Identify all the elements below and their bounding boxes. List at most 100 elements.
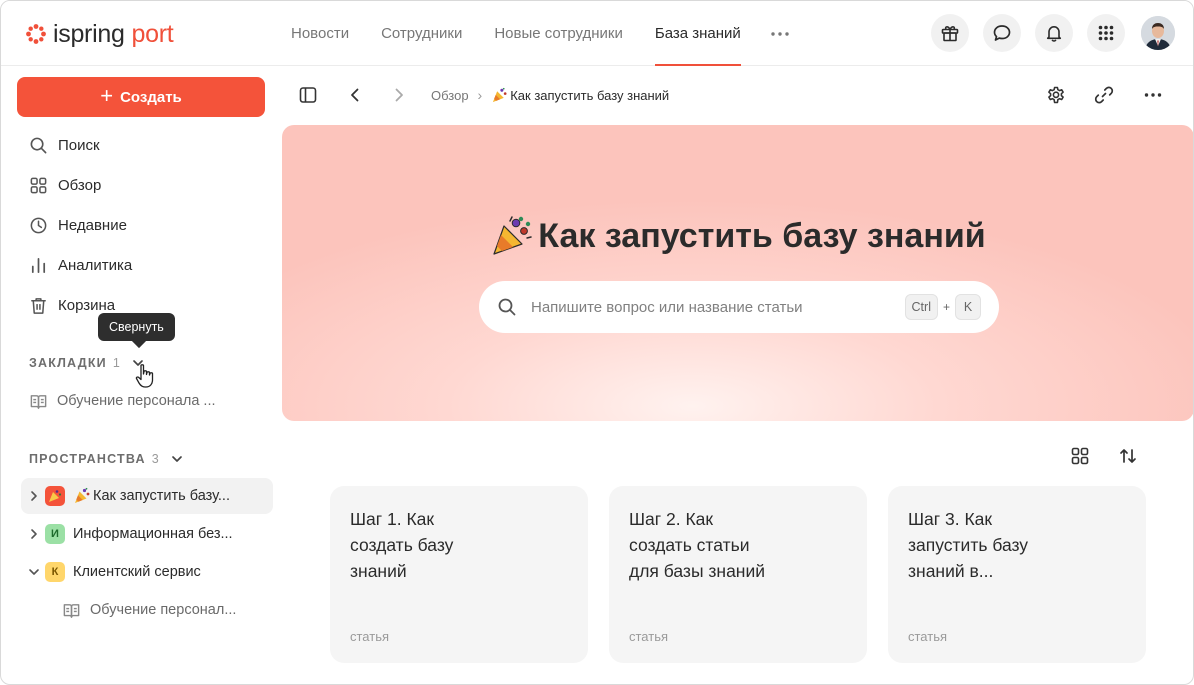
bookmarks-count: 1 [112,356,122,370]
apps-grid-icon [1098,25,1114,41]
search-icon [30,137,47,153]
space-item-label: Клиентский сервис [73,564,201,580]
party-popper-icon [493,87,507,102]
logo-text-port: port [131,19,174,48]
sidebar-item-label: Корзина [58,296,116,314]
sidebar-item-search[interactable]: Поиск [29,133,100,157]
gift-button[interactable] [931,14,969,52]
book-icon [30,394,47,409]
main-nav: Новости Сотрудники Новые сотрудники База… [275,1,803,66]
create-button-label: Создать [120,88,182,106]
header-actions [917,14,1175,52]
space-item-client-service[interactable]: К Клиентский сервис [21,554,273,590]
bookmark-item[interactable]: Обучение персонала ... [29,389,216,413]
plus-icon: + [100,83,114,108]
breadcrumb: Обзор › Как запустить базу знаний [431,85,669,105]
logo-text-ispring: ispring [53,19,125,48]
breadcrumb-root[interactable]: Обзор [431,88,469,103]
ellipsis-icon [771,31,789,36]
notifications-button[interactable] [1035,14,1073,52]
sidebar-item-label: Аналитика [58,256,133,274]
tab-new-employees[interactable]: Новые сотрудники [478,1,639,66]
more-options-icon[interactable] [1143,85,1163,105]
sort-icon[interactable] [1118,446,1138,466]
user-photo-icon [1141,16,1175,50]
sub-item-label: Обучение персонал... [90,602,237,618]
page-title: Как запустить базу знаний [282,213,1193,259]
sidebar-item-label: Обзор [58,176,102,194]
content-toolbar: Обзор › Как запустить базу знаний [281,66,1193,124]
sidebar-item-overview[interactable]: Обзор [29,173,101,197]
hero-banner: Как запустить базу знаний Напишите вопро… [282,125,1193,421]
article-card[interactable]: Шаг 3. Как запустить базу знаний в... ст… [888,486,1146,663]
space-badge: К [45,562,65,582]
app-window: ispring port Новости Сотрудники Новые со… [0,0,1194,685]
create-button[interactable]: + Создать [17,77,265,117]
top-header: ispring port Новости Сотрудники Новые со… [1,1,1193,66]
bookmark-label: Обучение персонала ... [57,393,216,409]
party-popper-icon [75,487,90,503]
tab-knowledge-base[interactable]: База знаний [639,1,757,66]
bell-icon [1046,26,1062,42]
back-arrow-icon[interactable] [345,85,365,105]
clock-icon [30,217,47,233]
breadcrumb-separator: › [477,87,483,103]
shortcut-plus: + [942,300,950,314]
sidebar-item-label: Поиск [58,136,100,154]
space-item-infosec[interactable]: И Информационная без... [21,516,273,552]
article-card-title: Шаг 1. Как создать базу знаний [350,509,454,581]
article-card-type: статья [629,629,669,644]
space-item-label: Информационная без... [73,526,233,542]
space-badge-party-icon [45,486,65,506]
avatar[interactable] [1141,16,1175,50]
article-card-title: Шаг 2. Как создать статьи для базы знани… [629,509,766,581]
forward-arrow-icon[interactable] [389,85,409,105]
chat-icon [993,25,1011,41]
bookmarks-header: ЗАКЛАДКИ 1 [29,353,145,373]
messages-button[interactable] [983,14,1021,52]
sidebar-item-recent[interactable]: Недавние [29,213,127,237]
space-item-launch-kb[interactable]: Как запустить базу... [21,478,273,514]
link-icon[interactable] [1094,85,1114,105]
bookmarks-title: ЗАКЛАДКИ [29,356,107,370]
article-card-type: статья [350,629,390,644]
apps-button[interactable] [1087,14,1125,52]
logo[interactable]: ispring port [25,19,174,49]
sidebar-item-analytics[interactable]: Аналитика [29,253,132,277]
sidebar: + Создать Поиск Обзор Недавние Аналитика… [1,66,281,684]
shortcut-key-ctrl: Ctrl [904,294,938,320]
gear-icon[interactable] [1046,85,1066,105]
article-card[interactable]: Шаг 1. Как создать базу знаний статья [330,486,588,663]
chevron-right-icon[interactable] [27,489,41,503]
sidebar-item-label: Недавние [58,216,127,234]
spaces-header: ПРОСТРАНСТВА 3 [29,449,184,469]
chevron-down-icon[interactable] [27,565,41,579]
gift-icon [941,26,959,42]
page-title-text: Как запустить базу знаний [538,216,986,255]
chevron-down-icon[interactable] [170,452,184,466]
party-popper-icon [493,216,533,255]
article-card-type: статья [908,629,948,644]
space-sub-item[interactable]: Обучение персонал... [62,598,236,622]
chevron-right-icon[interactable] [27,527,41,541]
overview-grid-icon [30,177,47,193]
search-placeholder: Напишите вопрос или название статьи [531,298,803,316]
breadcrumb-current: Как запустить базу знаний [491,87,669,104]
space-item-label: Как запустить базу... [93,488,230,504]
trash-icon [31,297,46,314]
spaces-count: 3 [151,452,160,466]
tab-employees[interactable]: Сотрудники [365,1,478,66]
tab-news[interactable]: Новости [275,1,365,66]
nav-more-button[interactable] [757,1,803,66]
collapse-tooltip: Свернуть [98,313,175,341]
hand-cursor-icon [135,364,154,388]
sidebar-toggle-icon[interactable] [298,85,318,105]
article-card[interactable]: Шаг 2. Как создать статьи для базы знани… [609,486,867,663]
article-card-title: Шаг 3. Как запустить базу знаний в... [908,509,1029,581]
search-icon [498,298,516,316]
grid-view-icon[interactable] [1070,446,1090,466]
breadcrumb-current-label: Как запустить базу знаний [510,87,670,103]
shortcut-key-k: K [955,294,981,320]
spaces-title: ПРОСТРАНСТВА [29,452,146,466]
search-input[interactable]: Напишите вопрос или название статьи Ctrl… [479,281,999,333]
